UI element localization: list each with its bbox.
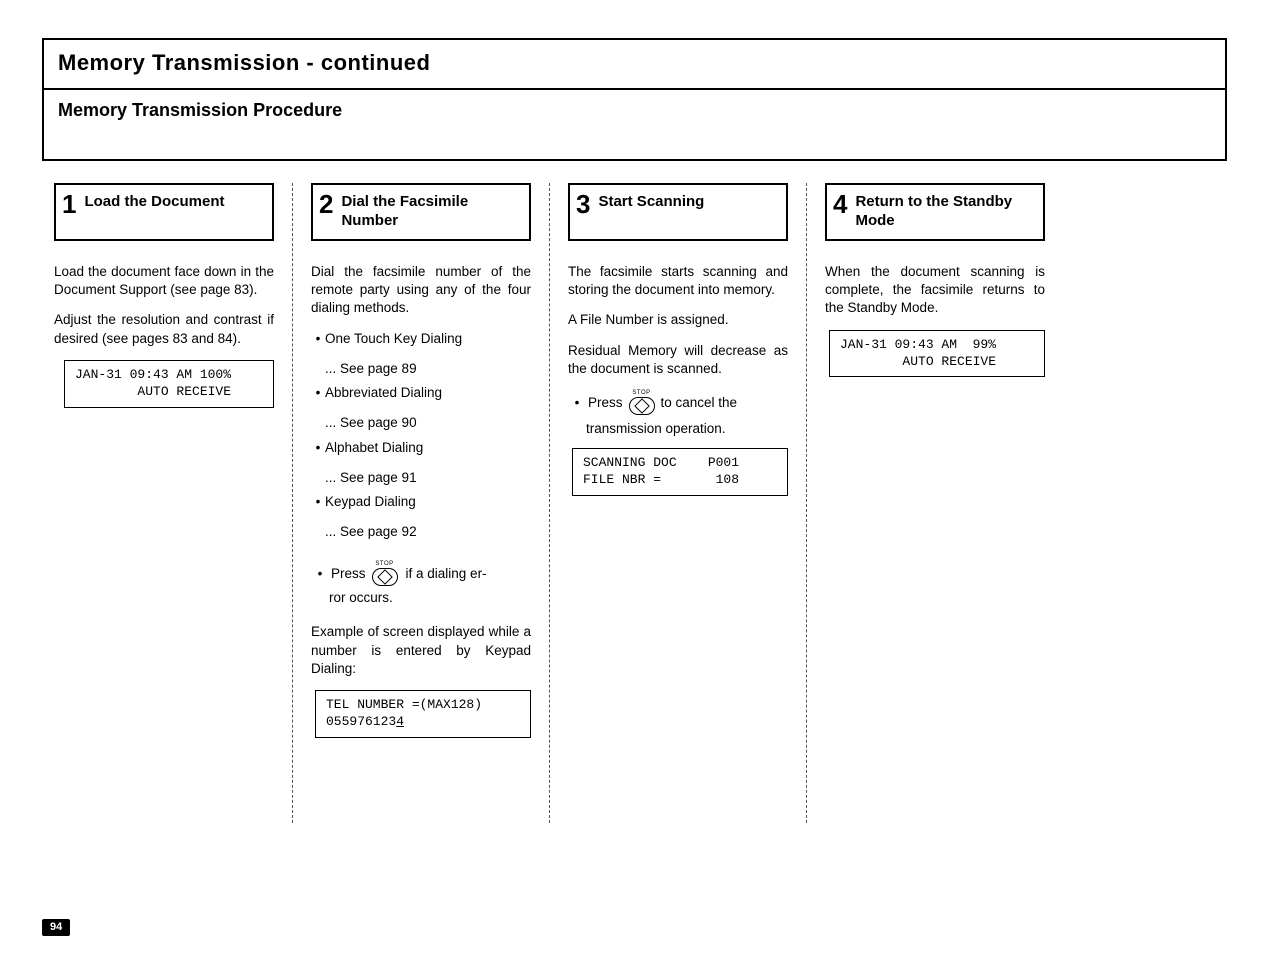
list-item-label: Keypad Dialing bbox=[325, 493, 416, 511]
lcd-line: 055976123 bbox=[326, 714, 396, 729]
body-text: Adjust the resolution and contrast if de… bbox=[54, 311, 274, 347]
body-text: A File Number is assigned. bbox=[568, 311, 788, 329]
column-separator bbox=[549, 183, 550, 823]
body-text: The facsimile starts scanning and storin… bbox=[568, 263, 788, 299]
press-stop-line: • Press STOP if a dialing er- bbox=[311, 561, 531, 586]
step-header-4: 4 Return to the Standby Mode bbox=[825, 183, 1045, 241]
step-title: Dial the Facsimile Number bbox=[341, 193, 519, 231]
page-ref: ... See page 91 bbox=[325, 469, 531, 487]
body-text: Example of screen displayed while a numb… bbox=[311, 623, 531, 678]
list-item-label: One Touch Key Dialing bbox=[325, 330, 462, 348]
step-number: 2 bbox=[319, 191, 333, 217]
step-column-3: 3 Start Scanning The facsimile starts sc… bbox=[556, 183, 800, 823]
step-number: 3 bbox=[576, 191, 590, 217]
list-item: •Alphabet Dialing bbox=[311, 439, 531, 457]
lcd-display: SCANNING DOC P001 FILE NBR = 108 bbox=[572, 448, 788, 496]
step-column-1: 1 Load the Document Load the document fa… bbox=[42, 183, 286, 823]
step-title: Load the Document bbox=[84, 193, 224, 212]
page-ref: ... See page 90 bbox=[325, 414, 531, 432]
lcd-cursor-char: 4 bbox=[396, 714, 404, 729]
lcd-display: JAN-31 09:43 AM 100% AUTO RECEIVE bbox=[64, 360, 274, 408]
stop-button-icon: STOP bbox=[625, 390, 659, 415]
lcd-display: JAN-31 09:43 AM 99% AUTO RECEIVE bbox=[829, 330, 1045, 378]
press-stop-line: • Press STOP to cancel the bbox=[568, 390, 788, 415]
body-text: When the document scanning is complete, … bbox=[825, 263, 1045, 318]
stop-icon bbox=[372, 568, 398, 586]
dialing-methods-list: •One Touch Key Dialing bbox=[311, 330, 531, 348]
body-text: Residual Memory will decrease as the doc… bbox=[568, 342, 788, 378]
press-word: Press bbox=[331, 566, 366, 581]
list-item: •Keypad Dialing bbox=[311, 493, 531, 511]
stop-label: STOP bbox=[625, 390, 659, 396]
step-header-1: 1 Load the Document bbox=[54, 183, 274, 241]
page-ref: ... See page 92 bbox=[325, 523, 531, 541]
procedure-title-bar: Memory Transmission Procedure bbox=[42, 88, 1227, 161]
press-word: Press bbox=[588, 395, 623, 410]
press-suffix-cont: transmission operation. bbox=[586, 421, 788, 436]
body-text: Load the document face down in the Docum… bbox=[54, 263, 274, 299]
step-header-3: 3 Start Scanning bbox=[568, 183, 788, 241]
section-title: Memory Transmission - continued bbox=[58, 50, 1211, 76]
step-number: 4 bbox=[833, 191, 847, 217]
press-suffix: to cancel the bbox=[661, 395, 738, 410]
step-column-2: 2 Dial the Facsimile Number Dial the fac… bbox=[299, 183, 543, 823]
stop-label: STOP bbox=[368, 561, 402, 567]
stop-icon bbox=[629, 397, 655, 415]
body-text: Dial the facsimile number of the remote … bbox=[311, 263, 531, 318]
press-suffix-cont: ror occurs. bbox=[329, 590, 531, 605]
step-number: 1 bbox=[62, 191, 76, 217]
step-column-4: 4 Return to the Standby Mode When the do… bbox=[813, 183, 1057, 823]
list-item: •One Touch Key Dialing bbox=[311, 330, 531, 348]
list-item: •Abbreviated Dialing bbox=[311, 384, 531, 402]
list-item-label: Abbreviated Dialing bbox=[325, 384, 442, 402]
column-separator bbox=[806, 183, 807, 823]
procedure-title: Memory Transmission Procedure bbox=[58, 100, 1211, 121]
stop-button-icon: STOP bbox=[368, 561, 402, 586]
section-title-bar: Memory Transmission - continued bbox=[42, 38, 1227, 90]
step-title: Start Scanning bbox=[598, 193, 704, 212]
lcd-line: TEL NUMBER =(MAX128) bbox=[326, 697, 482, 712]
page-number-badge: 94 bbox=[42, 919, 70, 936]
step-header-2: 2 Dial the Facsimile Number bbox=[311, 183, 531, 241]
step-title: Return to the Standby Mode bbox=[855, 193, 1033, 231]
list-item-label: Alphabet Dialing bbox=[325, 439, 423, 457]
page-ref: ... See page 89 bbox=[325, 360, 531, 378]
press-suffix: if a dialing er- bbox=[406, 566, 487, 581]
lcd-display: TEL NUMBER =(MAX128) 0559761234 bbox=[315, 690, 531, 738]
column-separator bbox=[292, 183, 293, 823]
